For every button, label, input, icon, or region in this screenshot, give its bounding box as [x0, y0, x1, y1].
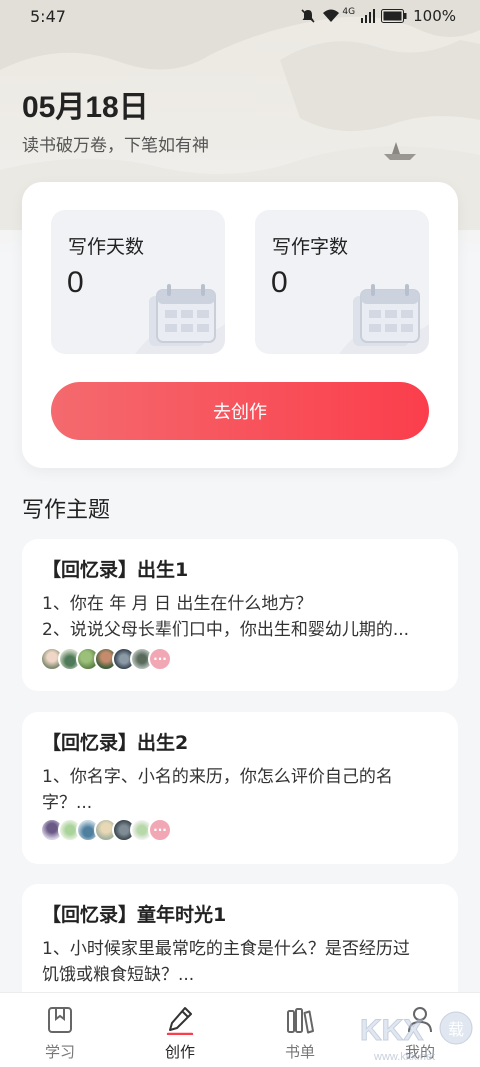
topic-title: 【回忆录】出生2 — [42, 732, 189, 754]
tab-booklist[interactable]: 书单 — [240, 993, 360, 1067]
participant-avatars[interactable]: ··· — [40, 647, 172, 671]
tab-study[interactable]: 学习 — [0, 993, 120, 1067]
topic-description: 1、你在 年 月 日 出生在什么地方？ 2、说说父母长辈们口中，你出生和婴幼儿期… — [42, 591, 442, 643]
status-bar: 5:47 4G 100% — [0, 0, 480, 32]
topic-description: 1、小时候家里最常吃的主食是什么？是否经历过 饥饿或粮食短缺？... — [42, 936, 442, 988]
calendar-icon — [339, 284, 429, 354]
writing-days-box: 写作天数 0 — [51, 210, 225, 354]
topic-title: 【回忆录】出生1 — [42, 559, 189, 581]
tab-label: 我的 — [404, 1043, 435, 1061]
writing-words-value: 0 — [271, 266, 288, 299]
more-avatars-icon[interactable]: ··· — [148, 647, 172, 671]
pen-icon — [166, 1007, 194, 1035]
mute-bell-icon — [300, 8, 316, 24]
status-time: 5:47 — [30, 6, 66, 26]
user-icon — [408, 1007, 432, 1033]
topic-line: 1、你名字、小名的来历，你怎么评价自己的名 — [42, 767, 393, 787]
participant-avatars[interactable]: ··· — [40, 818, 172, 842]
page-date-title: 05月18日 — [22, 91, 149, 124]
topic-title: 【回忆录】童年时光1 — [42, 904, 227, 926]
writing-words-label: 写作字数 — [272, 236, 349, 258]
writing-days-label: 写作天数 — [68, 236, 145, 258]
more-avatars-icon[interactable]: ··· — [148, 818, 172, 842]
topic-card[interactable]: 【回忆录】出生1 1、你在 年 月 日 出生在什么地方？ 2、说说父母长辈们口中… — [22, 539, 458, 691]
topic-card[interactable]: 【回忆录】出生2 1、你名字、小名的来历，你怎么评价自己的名 字？... ··· — [22, 712, 458, 864]
bottom-tab-bar: 学习 创作 书单 我的 — [0, 992, 480, 1067]
topic-line: 字？... — [42, 793, 93, 813]
bookshelf-icon — [287, 1008, 314, 1034]
calendar-icon — [135, 284, 225, 354]
writing-days-value: 0 — [67, 266, 84, 299]
go-create-button[interactable]: 去创作 — [51, 382, 429, 440]
tab-mine[interactable]: 我的 — [360, 993, 480, 1067]
topic-line: 2、说说父母长辈们口中，你出生和婴幼儿期的... — [42, 620, 410, 640]
writing-stats-card: 写作天数 0 写作字数 0 去创作 — [22, 182, 458, 468]
topic-line: 1、你在 年 月 日 出生在什么地方？ — [42, 594, 313, 614]
wifi-icon — [322, 8, 340, 24]
writing-words-box: 写作字数 0 — [255, 210, 429, 354]
tab-label: 书单 — [284, 1043, 315, 1061]
tab-label: 学习 — [44, 1043, 75, 1061]
signal-icon — [361, 9, 376, 23]
topic-description: 1、你名字、小名的来历，你怎么评价自己的名 字？... — [42, 764, 442, 816]
tab-label: 创作 — [164, 1043, 195, 1061]
slogan-text: 读书破万卷，下笔如有神 — [22, 136, 209, 156]
topic-line: 1、小时候家里最常吃的主食是什么？是否经历过 — [42, 939, 410, 959]
bookmark-book-icon — [48, 1007, 72, 1033]
battery-percent: 100% — [413, 7, 456, 25]
section-title-writing-topics: 写作主题 — [22, 498, 111, 523]
topic-line: 饥饿或粮食短缺？... — [42, 965, 195, 985]
tab-create[interactable]: 创作 — [120, 993, 240, 1067]
battery-icon — [381, 9, 407, 23]
network-type: 4G — [342, 7, 356, 17]
